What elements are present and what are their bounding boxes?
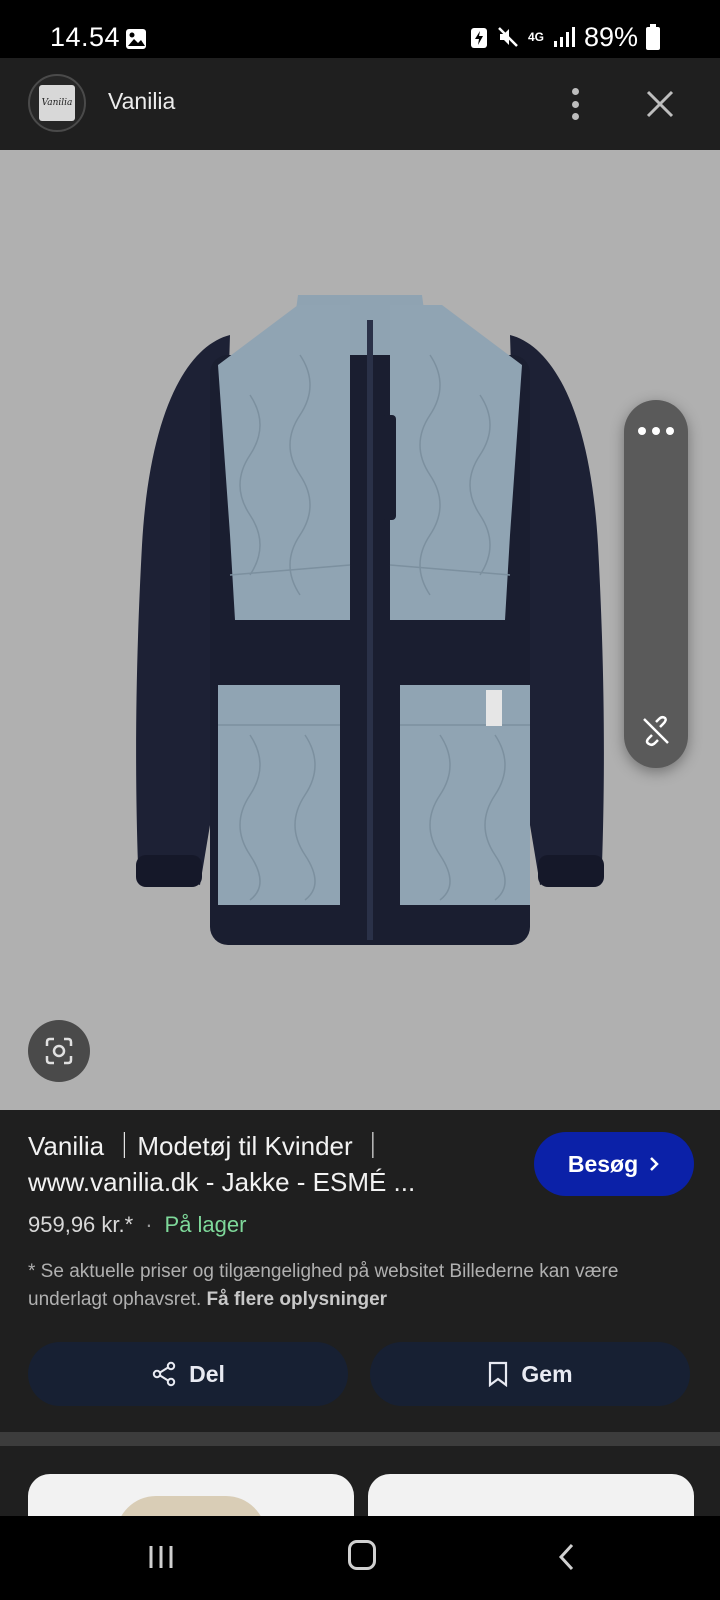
back-icon[interactable] [556, 1542, 576, 1572]
mute-icon [498, 27, 518, 47]
status-bar: 14.54 4G 89% [0, 0, 720, 58]
lens-glyph [45, 1037, 73, 1065]
signal-icon [553, 27, 575, 47]
floating-toolbar [624, 400, 688, 768]
status-icons: 4G 89% [470, 22, 660, 52]
stock-status: På lager [164, 1212, 247, 1237]
save-button[interactable]: Gem [370, 1342, 690, 1406]
gallery-icon [126, 29, 146, 49]
ellipsis-icon[interactable] [638, 424, 674, 438]
visit-label: Besøg [567, 1150, 639, 1177]
share-icon [152, 1361, 176, 1387]
price: 959,96 kr.* [28, 1212, 134, 1237]
link-off-icon[interactable] [640, 715, 672, 747]
site-logo[interactable]: Vanilia [28, 74, 86, 132]
related-card[interactable] [28, 1474, 354, 1516]
chevron-right-icon [650, 1157, 659, 1171]
network-type: 4G [527, 30, 544, 44]
result-info: Vanilia ｜Modetøj til Kvinder ｜ www.vanil… [0, 1110, 720, 1432]
section-divider [0, 1432, 720, 1446]
result-title[interactable]: Vanilia ｜Modetøj til Kvinder ｜ www.vanil… [28, 1128, 498, 1200]
more-info-link[interactable]: Få flere oplysninger [207, 1289, 388, 1310]
home-icon[interactable] [348, 1540, 376, 1570]
status-time: 14.54 [50, 22, 121, 52]
battery-saver-icon [470, 28, 487, 48]
related-card[interactable] [368, 1474, 694, 1516]
save-label: Gem [521, 1360, 573, 1387]
bookmark-icon [489, 1361, 508, 1387]
close-icon[interactable] [640, 82, 680, 126]
site-name[interactable]: Vanilia [108, 88, 175, 115]
battery-icon [646, 24, 660, 50]
disclaimer: * Se aktuelle priser og tilgængelighed p… [28, 1258, 698, 1314]
price-row: 959,96 kr.* · På lager [28, 1212, 246, 1238]
battery-percent: 89% [583, 21, 638, 52]
related-results [0, 1446, 720, 1516]
more-vert-icon[interactable] [560, 82, 590, 126]
logo-image: Vanilia [39, 85, 75, 121]
visit-button[interactable]: Besøg [534, 1132, 694, 1196]
recent-apps-icon[interactable] [148, 1542, 178, 1572]
share-button[interactable]: Del [28, 1342, 348, 1406]
share-label: Del [189, 1360, 225, 1387]
related-thumbnail [116, 1496, 266, 1516]
lens-header: Vanilia Vanilia [0, 58, 720, 150]
navigation-bar [0, 1516, 720, 1600]
product-image[interactable] [0, 150, 720, 1110]
lens-icon[interactable] [28, 1020, 90, 1082]
separator: · [145, 1212, 153, 1237]
jacket-image [136, 295, 604, 945]
